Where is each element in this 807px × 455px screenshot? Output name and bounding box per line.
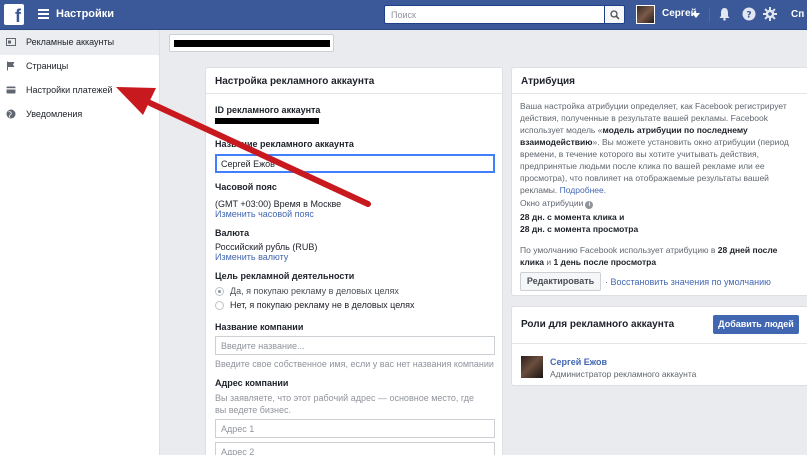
ad-purpose-label: Цель рекламной деятельности [215, 271, 355, 281]
card-header: Роли для рекламного аккаунта Добавить лю… [512, 307, 807, 344]
sidebar-item-ad-accounts[interactable]: Рекламные аккаунты [0, 31, 159, 55]
page-title: Настройки [56, 8, 115, 20]
ad-account-icon [6, 38, 16, 46]
attribution-description: Ваша настройка атрибуции определяет, как… [520, 101, 789, 195]
account-roles-card: Роли для рекламного аккаунта Добавить лю… [511, 306, 807, 386]
currency-value: Российский рубль (RUB) [215, 242, 318, 252]
attribution-card: Атрибуция Ваша настройка атрибуции опред… [511, 67, 807, 296]
help-label[interactable]: Сп [791, 9, 807, 20]
svg-text:?: ? [746, 11, 751, 21]
role-person-name[interactable]: Сергей Ежов [550, 357, 607, 367]
radio-label: Да, я покупаю рекламу в деловых целях [230, 286, 399, 296]
sidebar-item-label: Страницы [26, 61, 69, 71]
sidebar-item-notifications[interactable]: Уведомления [0, 103, 159, 127]
restore-defaults-link[interactable]: · Восстановить значения по умолчанию [605, 277, 771, 287]
edit-attribution-button[interactable]: Редактировать [520, 272, 601, 291]
sidebar-item-payments[interactable]: Настройки платежей [0, 79, 159, 103]
caret-down-icon[interactable] [692, 13, 700, 18]
menu-icon[interactable] [38, 9, 49, 19]
user-avatar[interactable] [636, 5, 655, 24]
bell-icon[interactable] [718, 7, 731, 21]
sidebar-item-label: Уведомления [26, 109, 83, 119]
timezone-label: Часовой пояс [215, 182, 277, 192]
account-name-label: Название рекламного аккаунта [215, 139, 354, 149]
address-line-2-input[interactable] [215, 442, 495, 455]
attribution-default-text: По умолчанию Facebook использует атрибуц… [520, 245, 778, 267]
address-line-1-input[interactable] [215, 419, 495, 438]
company-name-input[interactable] [215, 336, 495, 355]
divider [709, 8, 710, 22]
ad-account-selector[interactable] [169, 34, 334, 52]
sidebar-item-pages[interactable]: Страницы [0, 55, 159, 79]
company-address-hint: Вы заявляете, что этот рабочий адрес — о… [215, 393, 475, 415]
search-icon [610, 10, 620, 20]
question-icon[interactable]: ? [742, 7, 756, 21]
change-currency-link[interactable]: Изменить валюту [215, 252, 288, 262]
company-address-label: Адрес компании [215, 378, 289, 388]
company-name-hint: Введите свое собственное имя, если у вас… [215, 359, 494, 369]
top-navigation-bar: f Настройки Сергей ? Сп [0, 0, 807, 30]
search-button[interactable] [604, 5, 625, 24]
attribution-window-value: 28 дн. с момента клика и 28 дн. с момента… [520, 212, 639, 234]
change-timezone-link[interactable]: Изменить часовой пояс [215, 209, 314, 219]
card-title: Настройка рекламного аккаунта [215, 76, 375, 87]
sidebar-item-label: Настройки платежей [26, 85, 113, 95]
gear-icon[interactable] [763, 7, 777, 21]
search-input[interactable] [384, 5, 605, 24]
currency-label: Валюта [215, 228, 250, 238]
timezone-value: (GMT +03:00) Время в Москве [215, 199, 342, 209]
account-id-label: ID рекламного аккаунта [215, 105, 321, 115]
settings-sidebar: Рекламные аккаунты Страницы Настройки пл… [0, 31, 160, 455]
attribution-window-label: Окно атрибуции i [520, 197, 795, 209]
avatar[interactable] [521, 356, 543, 378]
ad-account-settings-card: Настройка рекламного аккаунта ID рекламн… [205, 67, 503, 455]
card-icon [6, 86, 16, 94]
redacted-account-name [174, 40, 330, 47]
flag-icon [7, 61, 15, 71]
learn-more-link[interactable]: Подробнее. [560, 185, 606, 195]
radio-button[interactable] [215, 287, 224, 296]
card-header: Атрибуция [512, 68, 807, 94]
redacted-account-id [215, 118, 319, 124]
globe-icon [6, 109, 16, 119]
radio-label: Нет, я покупаю рекламу не в деловых целя… [230, 300, 415, 310]
card-header: Настройка рекламного аккаунта [206, 68, 502, 94]
account-name-input[interactable] [215, 154, 495, 173]
card-title: Атрибуция [521, 76, 575, 87]
add-people-button[interactable]: Добавить людей [713, 315, 799, 334]
role-person-role: Администратор рекламного аккаунта [550, 369, 697, 379]
sidebar-item-label: Рекламные аккаунты [26, 37, 115, 47]
company-name-label: Название компании [215, 322, 304, 332]
card-title: Роли для рекламного аккаунта [521, 319, 675, 330]
radio-button[interactable] [215, 301, 224, 310]
facebook-logo-icon[interactable]: f [4, 4, 24, 25]
info-icon[interactable]: i [585, 201, 594, 209]
